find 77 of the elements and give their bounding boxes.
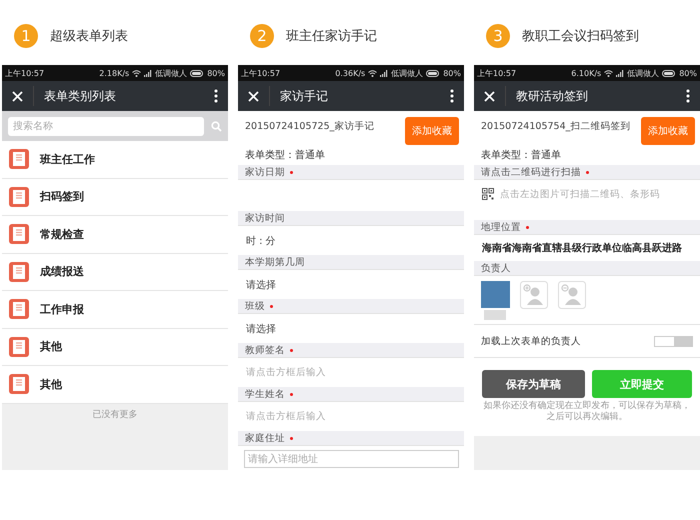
field-value[interactable]: 请选择	[246, 278, 276, 292]
nav-title: 家访手记	[280, 88, 329, 104]
field-label: 教师签名	[238, 343, 464, 358]
field-label: 家访日期	[238, 165, 464, 180]
field-label: 请点击二维码进行扫描	[474, 165, 700, 180]
close-icon[interactable]	[248, 90, 259, 102]
qr-code-icon[interactable]	[482, 188, 494, 200]
field-label: 地理位置	[474, 220, 700, 235]
step-number: 3	[486, 24, 510, 48]
form-type: 表单类型：普通单	[481, 148, 562, 162]
nav-title: 教研活动签到	[516, 88, 589, 104]
save-draft-button[interactable]: 保存为草稿	[482, 370, 585, 398]
field-label: 家访时间	[238, 211, 464, 226]
form-icon	[9, 336, 29, 357]
more-menu-icon[interactable]	[450, 89, 454, 103]
signal-icon	[616, 70, 624, 76]
form-icon	[9, 299, 29, 320]
form-type: 表单类型：普通单	[245, 148, 326, 162]
wifi-icon	[604, 70, 614, 76]
draft-note: 如果你还没有确定现在立即发布，可以保存为草稿，之后可以再次编辑。	[482, 400, 692, 424]
battery-percent: 80%	[207, 68, 225, 78]
form-icon	[9, 186, 29, 207]
more-menu-icon[interactable]	[686, 89, 690, 103]
battery-icon	[190, 70, 204, 76]
nav-title: 表单类别列表	[44, 88, 117, 104]
toggle-switch[interactable]	[654, 336, 693, 346]
form-icon	[9, 224, 29, 244]
status-time: 上午10:57	[241, 68, 280, 78]
step-caption: 超级表单列表	[50, 28, 128, 44]
field-label: 本学期第几周	[238, 255, 464, 270]
status-time: 上午10:57	[477, 68, 516, 78]
carrier-name: 低调做人	[627, 68, 660, 78]
carrier-name: 低调做人	[155, 68, 188, 78]
form-category-item[interactable]: 扫码签到	[2, 178, 228, 216]
avatar-photo-placeholder	[481, 281, 510, 308]
step-number: 2	[250, 24, 274, 48]
network-speed: 2.18K/s	[99, 68, 130, 78]
step-caption: 班主任家访手记	[286, 28, 377, 44]
battery-percent: 80%	[679, 68, 697, 78]
close-icon[interactable]	[12, 90, 23, 102]
name-placeholder	[484, 310, 506, 320]
no-more-text: 已没有更多	[92, 408, 138, 422]
form-icon	[9, 262, 29, 282]
toggle-label: 加载上次表单的负责人	[481, 334, 581, 348]
search-field[interactable]: 搜索名称	[8, 116, 204, 136]
carrier-name: 低调做人	[391, 68, 424, 78]
form-icon	[9, 149, 29, 170]
record-title: 20150724105725_家访手记	[245, 120, 374, 133]
field-value[interactable]: 时 : 分	[246, 234, 276, 248]
network-speed: 6.10K/s	[571, 68, 602, 78]
step-number: 1	[14, 24, 38, 48]
network-speed: 0.36K/s	[335, 68, 366, 78]
record-title: 20150724105754_扫二维码签到	[481, 120, 630, 133]
battery-icon	[426, 70, 440, 76]
form-category-item[interactable]: 班主任工作	[2, 141, 228, 178]
more-menu-icon[interactable]	[214, 89, 218, 103]
battery-percent: 80%	[443, 68, 461, 78]
form-category-item[interactable]: 其他	[2, 328, 228, 366]
battery-icon	[662, 70, 676, 76]
field-value[interactable]: 请选择	[246, 322, 276, 336]
form-icon	[9, 374, 29, 394]
field-label: 班级	[238, 299, 464, 314]
scan-hint: 点击左边图片可扫描二维码、条形码	[500, 188, 660, 201]
form-category-item[interactable]: 成绩报送	[2, 254, 228, 291]
form-category-item[interactable]: 常规检查	[2, 216, 228, 254]
close-icon[interactable]	[484, 90, 495, 102]
field-label: 学生姓名	[238, 387, 464, 402]
signal-icon	[144, 70, 152, 76]
wifi-icon	[132, 70, 142, 76]
wifi-icon	[368, 70, 378, 76]
field-label: 家庭住址	[238, 431, 464, 446]
form-category-item[interactable]: 工作申报	[2, 291, 228, 328]
status-time: 上午10:57	[5, 68, 44, 78]
location-value: 海南省海南省直辖县级行政单位临高县跃进路	[482, 241, 682, 255]
signal-icon	[380, 70, 388, 76]
field-label: 负责人	[474, 261, 700, 276]
step-caption: 教职工会议扫码签到	[522, 28, 639, 44]
